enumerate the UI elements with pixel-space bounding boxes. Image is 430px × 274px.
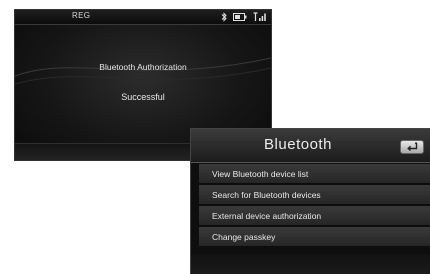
menu-title: Bluetooth <box>264 136 332 153</box>
menu-item-view-device-list[interactable]: View Bluetooth device list <box>199 164 430 184</box>
menu-header: Bluetooth <box>191 129 430 163</box>
region-label: REG <box>72 11 91 20</box>
back-button[interactable] <box>400 140 424 154</box>
menu-footer <box>191 254 430 274</box>
bluetooth-menu-screen: Bluetooth View Bluetooth device list Sea… <box>190 128 430 274</box>
status-bar: REG <box>15 10 271 25</box>
back-arrow-icon <box>406 138 418 156</box>
authorization-result: Successful <box>121 92 165 102</box>
bluetooth-icon <box>221 11 227 22</box>
menu-item-external-authorization[interactable]: External device authorization <box>199 206 430 226</box>
menu-list: View Bluetooth device list Search for Bl… <box>199 164 430 248</box>
battery-icon <box>233 12 247 21</box>
menu-item-change-passkey[interactable]: Change passkey <box>199 227 430 247</box>
menu-item-search-devices[interactable]: Search for Bluetooth devices <box>199 185 430 205</box>
signal-icon <box>253 11 267 22</box>
authorization-title: Bluetooth Authorization <box>99 62 187 72</box>
status-icons <box>221 11 267 22</box>
